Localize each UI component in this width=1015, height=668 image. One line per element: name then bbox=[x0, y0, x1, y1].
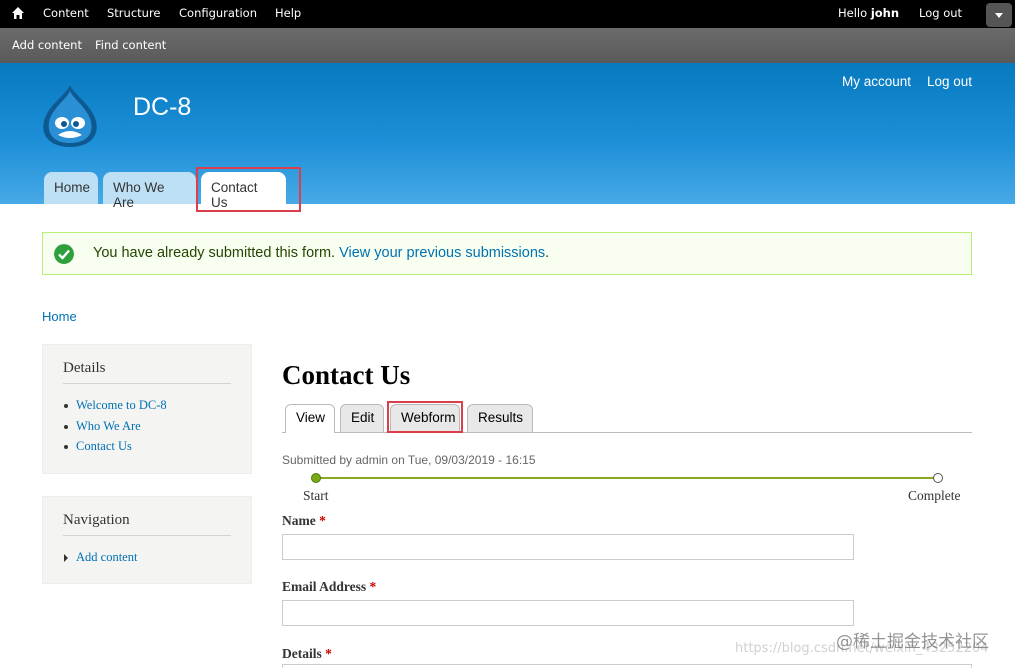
previous-submissions-link[interactable]: View your previous submissions bbox=[339, 245, 545, 261]
shortcuts-bar: Add content Find content bbox=[0, 28, 1015, 63]
details-item-label[interactable]: Welcome to DC-8 bbox=[64, 398, 167, 412]
my-account-link[interactable]: My account bbox=[842, 74, 911, 89]
name-label: Name * bbox=[282, 513, 326, 529]
check-icon bbox=[54, 244, 74, 264]
toolbar-logout[interactable]: Log out bbox=[919, 6, 962, 20]
page-tabs-divider bbox=[282, 432, 972, 433]
navigation-divider bbox=[63, 535, 231, 536]
name-label-text: Name bbox=[282, 513, 316, 528]
site-name[interactable]: DC-8 bbox=[133, 93, 191, 122]
toolbar-help[interactable]: Help bbox=[275, 6, 301, 20]
details-textarea[interactable] bbox=[282, 664, 972, 668]
email-input[interactable] bbox=[282, 600, 854, 626]
message-end: . bbox=[545, 245, 550, 261]
message-text: You have already submitted this form. Vi… bbox=[93, 245, 549, 261]
page-title: Contact Us bbox=[282, 360, 411, 390]
drupal-logo-icon[interactable] bbox=[40, 83, 100, 149]
details-label-text: Details bbox=[282, 646, 322, 661]
submitted-info: Submitted by admin on Tue, 09/03/2019 - … bbox=[282, 453, 536, 467]
details-block: Details Welcome to DC-8 Who We Are Conta… bbox=[42, 344, 252, 474]
hello-text: Hello bbox=[838, 6, 868, 20]
progress-end-label: Complete bbox=[908, 488, 961, 503]
progress-start-dot bbox=[311, 473, 321, 483]
tab-edit[interactable]: Edit bbox=[340, 404, 384, 432]
highlight-box-contact-us bbox=[196, 167, 301, 212]
navigation-item-label[interactable]: Add content bbox=[64, 550, 137, 564]
email-label-text: Email Address bbox=[282, 579, 367, 594]
progress-start-label: Start bbox=[303, 488, 329, 503]
navigation-title: Navigation bbox=[63, 512, 130, 528]
details-item-label[interactable]: Contact Us bbox=[64, 439, 132, 453]
breadcrumb-home[interactable]: Home bbox=[42, 309, 77, 324]
shortcut-find-content[interactable]: Find content bbox=[95, 38, 166, 52]
navigation-block: Navigation Add content bbox=[42, 496, 252, 584]
highlight-box-webform bbox=[387, 401, 463, 433]
details-item-contact-us[interactable]: Contact Us bbox=[64, 439, 132, 454]
details-divider bbox=[63, 383, 231, 384]
chevron-down-icon[interactable] bbox=[986, 3, 1012, 27]
tab-home[interactable]: Home bbox=[44, 172, 98, 204]
home-icon[interactable] bbox=[11, 6, 25, 20]
required-mark: * bbox=[369, 579, 377, 594]
tab-who-we-are[interactable]: Who We Are bbox=[103, 172, 196, 210]
toolbar-configuration[interactable]: Configuration bbox=[179, 6, 257, 20]
details-title: Details bbox=[63, 360, 106, 376]
details-item-who-we-are[interactable]: Who We Are bbox=[64, 419, 141, 434]
progress-end-dot bbox=[933, 473, 943, 483]
admin-toolbar: Content Structure Configuration Help Hel… bbox=[0, 0, 1015, 28]
tab-results[interactable]: Results bbox=[467, 404, 533, 432]
message-body: You have already submitted this form. bbox=[93, 245, 336, 261]
email-label: Email Address * bbox=[282, 579, 376, 595]
details-item-label[interactable]: Who We Are bbox=[64, 419, 141, 433]
details-label: Details * bbox=[282, 646, 332, 662]
status-message: You have already submitted this form. Vi… bbox=[42, 232, 972, 275]
shortcut-add-content[interactable]: Add content bbox=[12, 38, 82, 52]
name-input[interactable] bbox=[282, 534, 854, 560]
toolbar-username[interactable]: john bbox=[871, 6, 899, 20]
toolbar-content[interactable]: Content bbox=[43, 6, 89, 20]
required-mark: * bbox=[319, 513, 326, 528]
watermark-cn: @稀土掘金技术社区 bbox=[836, 632, 989, 652]
progress-bar bbox=[316, 477, 938, 479]
toolbar-structure[interactable]: Structure bbox=[107, 6, 161, 20]
toolbar-hello[interactable]: Hello john bbox=[838, 6, 899, 20]
navigation-item-add-content[interactable]: Add content bbox=[64, 550, 137, 565]
tab-view[interactable]: View bbox=[285, 404, 335, 433]
site-header: DC-8 My account Log out Home Who We Are … bbox=[0, 63, 1015, 210]
details-item-welcome[interactable]: Welcome to DC-8 bbox=[64, 398, 167, 413]
required-mark: * bbox=[325, 646, 332, 661]
header-logout-link[interactable]: Log out bbox=[927, 74, 972, 89]
